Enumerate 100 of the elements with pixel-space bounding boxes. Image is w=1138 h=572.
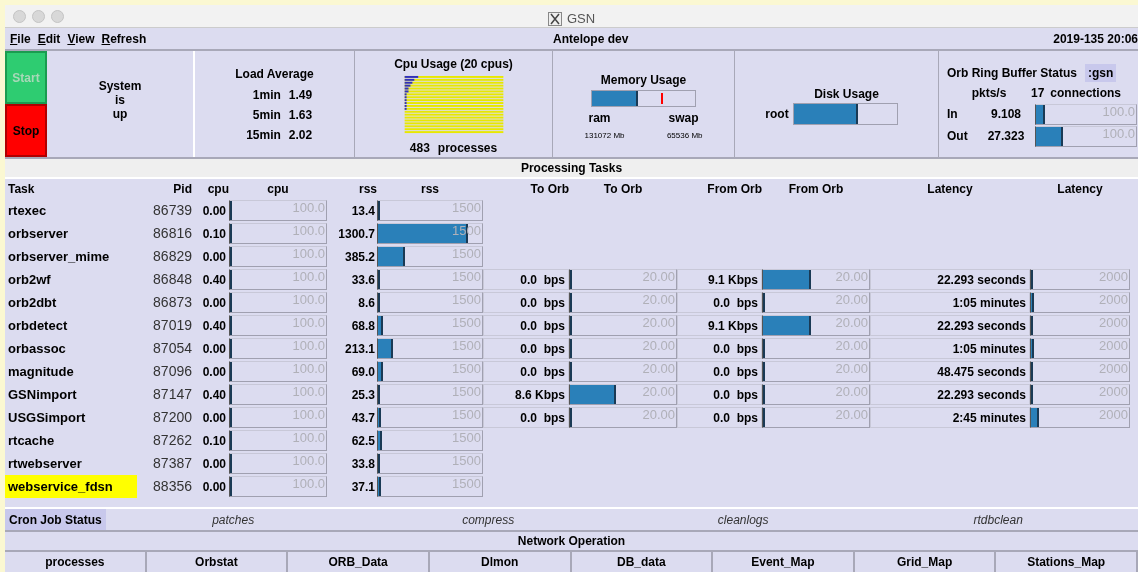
latency-value: 22.293 seconds — [870, 315, 1030, 336]
pid: 86848 — [152, 270, 192, 289]
latency-value: 48.475 seconds — [870, 361, 1030, 382]
cpu-value: 0.00 — [201, 248, 227, 266]
date-time: 2019-135 20:06 — [1053, 30, 1138, 48]
scale-label: 100.0 — [292, 293, 325, 309]
pid: 86873 — [152, 293, 192, 312]
scale-label: 20.00 — [642, 339, 675, 355]
connections-label: connections — [1050, 85, 1122, 102]
stop-button[interactable]: Stop — [5, 104, 47, 157]
pid: 87200 — [152, 408, 192, 427]
window-control[interactable] — [13, 9, 26, 23]
scale-label: 20.00 — [835, 293, 868, 309]
cron-job: compress — [461, 511, 516, 529]
scale-label: 20.00 — [642, 362, 675, 378]
menu-item[interactable]: Edit — [37, 29, 61, 48]
rss-value: 68.8 — [350, 317, 376, 335]
scale-label: 20.00 — [835, 339, 868, 355]
column-header: rss — [420, 181, 440, 198]
scale-label: 1500 — [452, 293, 481, 309]
scale-label: 20.00 — [642, 293, 675, 309]
scale-label: 1500 — [452, 408, 481, 424]
latency-value: 2:45 minutes — [870, 407, 1030, 428]
scale-label: 100.0 — [292, 362, 325, 378]
to-orb-rate: 0.0 bps — [483, 407, 569, 428]
load-value: 1.49 — [288, 87, 313, 104]
process-count: 483 — [409, 140, 430, 157]
orb-rate-label: Out — [947, 128, 969, 145]
cpu-value: 0.00 — [201, 409, 227, 427]
panel-title: Memory Usage — [600, 72, 687, 89]
scale-label: 20.00 — [835, 270, 868, 286]
pid: 87096 — [152, 362, 192, 381]
connection-count: 17 — [1031, 85, 1045, 102]
window-control[interactable] — [32, 9, 45, 23]
scale-label: 100.0 — [292, 454, 325, 470]
rss-value: 69.0 — [350, 363, 376, 381]
pid: 86739 — [152, 201, 192, 220]
task-name: orbdetect — [7, 316, 69, 335]
column-header: cpu — [266, 181, 290, 198]
cron-job: rtdbclean — [972, 511, 1024, 529]
rss-value: 25.3 — [350, 386, 376, 404]
scale-label: 2000 — [1099, 293, 1128, 309]
cron-job: cleanlogs — [716, 511, 770, 529]
rss-value: 62.5 — [350, 432, 376, 450]
scale-label: 1500 — [452, 270, 481, 286]
scale-label: 20.00 — [642, 408, 675, 424]
ram-label: ram — [588, 110, 611, 127]
rate-label: pkts/s — [970, 85, 1008, 102]
column-header: To Orb — [529, 181, 569, 198]
menu-item[interactable]: File — [10, 29, 31, 48]
scale-label: 100.0 — [292, 408, 325, 424]
rss-value: 8.6 — [357, 294, 376, 312]
cpu-value: 0.40 — [201, 317, 227, 335]
swap-size: 65536 Mb — [666, 130, 703, 142]
system-status-text: up — [112, 107, 128, 121]
cron-status-label: Cron Job Status — [5, 509, 106, 530]
cpu-value: 0.00 — [201, 478, 227, 496]
to-orb-rate: 0.0 bps — [483, 338, 569, 359]
to-orb-rate: 0.0 bps — [483, 292, 569, 313]
task-name: webservice_fdsn — [5, 475, 137, 498]
to-orb-rate: 0.0 bps — [483, 269, 569, 290]
from-orb-rate: 0.0 bps — [677, 361, 762, 382]
task-name: orbassoc — [7, 339, 67, 358]
rss-value: 213.1 — [343, 340, 376, 358]
pid: 86816 — [152, 224, 192, 243]
rss-value: 33.6 — [350, 271, 376, 289]
scale-label: 100.0 — [292, 201, 325, 217]
scale-label: 1500 — [452, 454, 481, 470]
system-status-text: System — [98, 79, 142, 93]
rss-value: 385.2 — [343, 248, 376, 266]
pid: 86829 — [152, 247, 192, 266]
panel-title: Orb Ring Buffer Status — [947, 65, 1077, 82]
window-control[interactable] — [51, 9, 64, 23]
scale-label: 100.0 — [292, 224, 325, 240]
task-name: orb2wf — [7, 270, 52, 289]
scale-label: 1500 — [452, 339, 481, 355]
task-name: orb2dbt — [7, 293, 58, 312]
scale-label: 2000 — [1099, 408, 1128, 424]
menu-item[interactable]: View — [67, 29, 95, 48]
scale-label: 100.0 — [292, 270, 325, 286]
pid: 88356 — [152, 477, 192, 496]
pid: 87387 — [152, 454, 192, 473]
panel-title: Disk Usage — [814, 86, 879, 103]
cpu-value: 0.40 — [201, 386, 227, 404]
menu-item[interactable]: Refresh — [101, 29, 147, 48]
rss-value: 1300.7 — [337, 225, 376, 243]
scale-label: 1500 — [452, 431, 481, 447]
scale-label: 20.00 — [642, 316, 675, 332]
scale-label: 1500 — [452, 477, 481, 493]
scale-label: 2000 — [1099, 316, 1128, 332]
load-label: 1min — [251, 87, 281, 104]
load-value: 2.02 — [288, 127, 313, 144]
scale-label: 100.0 — [1102, 104, 1135, 121]
volume-label: root — [765, 106, 789, 123]
scale-label: 2000 — [1099, 339, 1128, 355]
scale-label: 100.0 — [1102, 126, 1135, 143]
scale-label: 20.00 — [835, 362, 868, 378]
to-orb-rate: 8.6 Kbps — [483, 384, 569, 405]
scale-label: 2000 — [1099, 362, 1128, 378]
scale-label: 100.0 — [292, 339, 325, 355]
